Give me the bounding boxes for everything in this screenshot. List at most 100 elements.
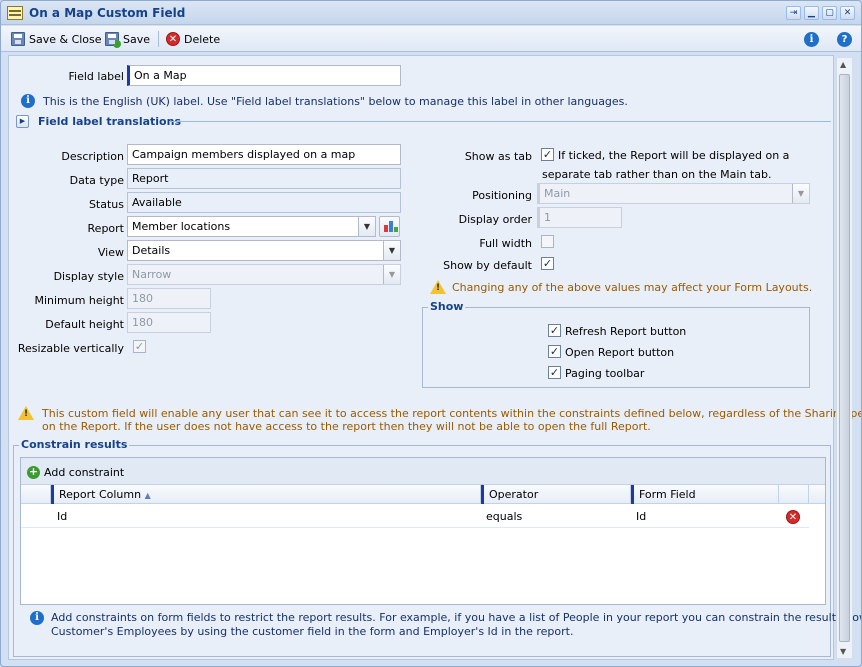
view-select[interactable]: Details ▼ bbox=[127, 240, 401, 261]
minimize-icon[interactable]: ▁ bbox=[804, 6, 819, 20]
add-constraint-label: Add constraint bbox=[44, 465, 125, 479]
status-value: Available bbox=[127, 192, 401, 213]
display-style-label: Display style bbox=[53, 270, 124, 283]
show-by-default-label: Show by default bbox=[443, 259, 532, 272]
vertical-scrollbar[interactable]: ▲ ▼ bbox=[836, 58, 852, 658]
delete-button[interactable]: ✕ Delete bbox=[166, 30, 220, 48]
operator-header[interactable]: Operator bbox=[481, 485, 631, 504]
scroll-down-icon[interactable]: ▼ bbox=[840, 647, 846, 656]
display-order-label: Display order bbox=[458, 213, 532, 226]
report-select[interactable]: Member locations ▼ bbox=[127, 216, 376, 237]
translations-expand-icon[interactable]: ▶ bbox=[16, 115, 29, 128]
form-icon bbox=[7, 6, 23, 20]
save-close-button[interactable]: Save & Close bbox=[11, 30, 102, 48]
field-label-label: Field label bbox=[68, 70, 125, 83]
show-as-tab-label: Show as tab bbox=[464, 150, 532, 163]
default-height-label: Default height bbox=[45, 318, 124, 331]
constraints-grid: + Add constraint Report Column ▲ Operato… bbox=[20, 457, 826, 605]
close-icon[interactable]: ✕ bbox=[840, 6, 855, 20]
status-label: Status bbox=[88, 198, 124, 211]
constrain-results-title: Constrain results bbox=[19, 438, 130, 451]
grid-header: Report Column ▲ Operator Form Field bbox=[21, 484, 825, 504]
report-column-header[interactable]: Report Column ▲ bbox=[51, 485, 481, 504]
show-as-tab-text-2: separate tab rather than on the Main tab… bbox=[542, 168, 772, 181]
toolbar: Save & Close Save ✕ Delete i ? bbox=[1, 26, 861, 52]
add-icon: + bbox=[27, 464, 40, 479]
window-controls: ⇥ ▁ ▢ ✕ bbox=[786, 6, 855, 20]
custom-field-window: On a Map Custom Field ⇥ ▁ ▢ ✕ Save & Clo… bbox=[0, 0, 862, 667]
report-select-value: Member locations bbox=[132, 220, 231, 233]
full-width-checkbox bbox=[541, 235, 554, 248]
default-height-input: 180 bbox=[127, 312, 211, 333]
access-warning-line-2: on the Report. If the user does not have… bbox=[42, 420, 651, 433]
view-label: View bbox=[97, 246, 124, 259]
layout-warning-text: Changing any of the above values may aff… bbox=[452, 281, 813, 294]
positioning-label: Positioning bbox=[472, 189, 532, 202]
constraints-info-line-2: Customer's Employees by using the custom… bbox=[51, 625, 574, 638]
scroll-up-icon[interactable]: ▲ bbox=[840, 60, 846, 69]
chevron-down-icon: ▼ bbox=[792, 184, 809, 203]
show-by-default-checkbox[interactable]: ✓ bbox=[541, 257, 554, 270]
minimum-height-input: 180 bbox=[127, 288, 211, 309]
paging-toolbar-label: Paging toolbar bbox=[565, 367, 645, 380]
add-constraint-button[interactable]: + Add constraint bbox=[27, 463, 124, 481]
delete-label: Delete bbox=[184, 32, 221, 46]
full-width-label: Full width bbox=[479, 237, 532, 250]
maximize-icon[interactable]: ▢ bbox=[822, 6, 837, 20]
open-report-checkbox[interactable]: ✓ bbox=[548, 345, 561, 358]
info-icon: i bbox=[804, 31, 819, 47]
description-input[interactable]: Campaign members displayed on a map bbox=[127, 144, 401, 165]
grid-toolbar: + Add constraint bbox=[21, 458, 825, 484]
paging-toolbar-checkbox[interactable]: ✓ bbox=[548, 366, 561, 379]
refresh-report-checkbox[interactable]: ✓ bbox=[548, 324, 561, 337]
description-label: Description bbox=[61, 150, 124, 163]
scroll-thumb[interactable] bbox=[839, 74, 850, 642]
constraints-info-line-1: Add constraints on form fields to restri… bbox=[51, 611, 862, 624]
delete-icon: ✕ bbox=[166, 32, 180, 46]
display-style-select: Narrow ▼ bbox=[127, 264, 401, 285]
title-bar: On a Map Custom Field ⇥ ▁ ▢ ✕ bbox=[1, 1, 861, 25]
form-field-header[interactable]: Form Field bbox=[631, 485, 779, 504]
window-title: On a Map Custom Field bbox=[29, 6, 186, 20]
view-select-value: Details bbox=[132, 244, 171, 257]
chevron-down-icon[interactable]: ▼ bbox=[383, 241, 400, 260]
data-type-label: Data type bbox=[69, 174, 124, 187]
show-as-tab-checkbox[interactable]: ✓ bbox=[541, 148, 554, 161]
warning-icon: ! bbox=[430, 280, 446, 294]
field-label-info-icon: i bbox=[21, 94, 35, 108]
pin-icon[interactable]: ⇥ bbox=[786, 6, 801, 20]
field-label-input[interactable]: On a Map bbox=[127, 65, 401, 86]
chart-icon bbox=[384, 225, 388, 232]
actions-header bbox=[779, 485, 809, 504]
positioning-value: Main bbox=[544, 187, 571, 200]
chevron-down-icon: ▼ bbox=[383, 265, 400, 284]
report-label: Report bbox=[87, 222, 124, 235]
save-label: Save bbox=[123, 32, 151, 46]
refresh-report-label: Refresh Report button bbox=[565, 325, 687, 338]
delete-row-icon[interactable]: ✕ bbox=[786, 510, 800, 524]
field-label-info-text: This is the English (UK) label. Use "Fie… bbox=[43, 95, 628, 108]
table-row[interactable]: Id equals Id ✕ bbox=[21, 505, 809, 528]
access-warning-icon: ! bbox=[18, 406, 34, 420]
info-button[interactable]: i bbox=[804, 30, 819, 48]
resizable-vertically-checkbox: ✓ bbox=[133, 340, 146, 353]
open-report-label: Open Report button bbox=[565, 346, 675, 359]
access-warning-line-1: This custom field will enable any user t… bbox=[42, 407, 862, 420]
show-as-tab-text-1: If ticked, the Report will be displayed … bbox=[558, 149, 790, 162]
row-report-column: Id bbox=[57, 510, 68, 523]
translations-divider bbox=[169, 121, 831, 122]
save-icon bbox=[105, 32, 121, 48]
chevron-down-icon[interactable]: ▼ bbox=[358, 217, 375, 236]
data-type-value: Report bbox=[127, 168, 401, 189]
row-form-field: Id bbox=[636, 510, 647, 523]
open-report-button[interactable] bbox=[379, 216, 400, 237]
save-button[interactable]: Save bbox=[105, 30, 150, 48]
constraints-info-icon: i bbox=[30, 611, 44, 625]
save-close-label: Save & Close bbox=[29, 32, 102, 46]
show-fieldset-title: Show bbox=[428, 300, 466, 313]
translations-title[interactable]: Field label translations bbox=[38, 115, 181, 128]
help-button[interactable]: ? bbox=[837, 30, 852, 48]
row-operator: equals bbox=[486, 510, 523, 523]
positioning-select: Main ▼ bbox=[537, 183, 810, 204]
row-number-header bbox=[21, 485, 51, 504]
